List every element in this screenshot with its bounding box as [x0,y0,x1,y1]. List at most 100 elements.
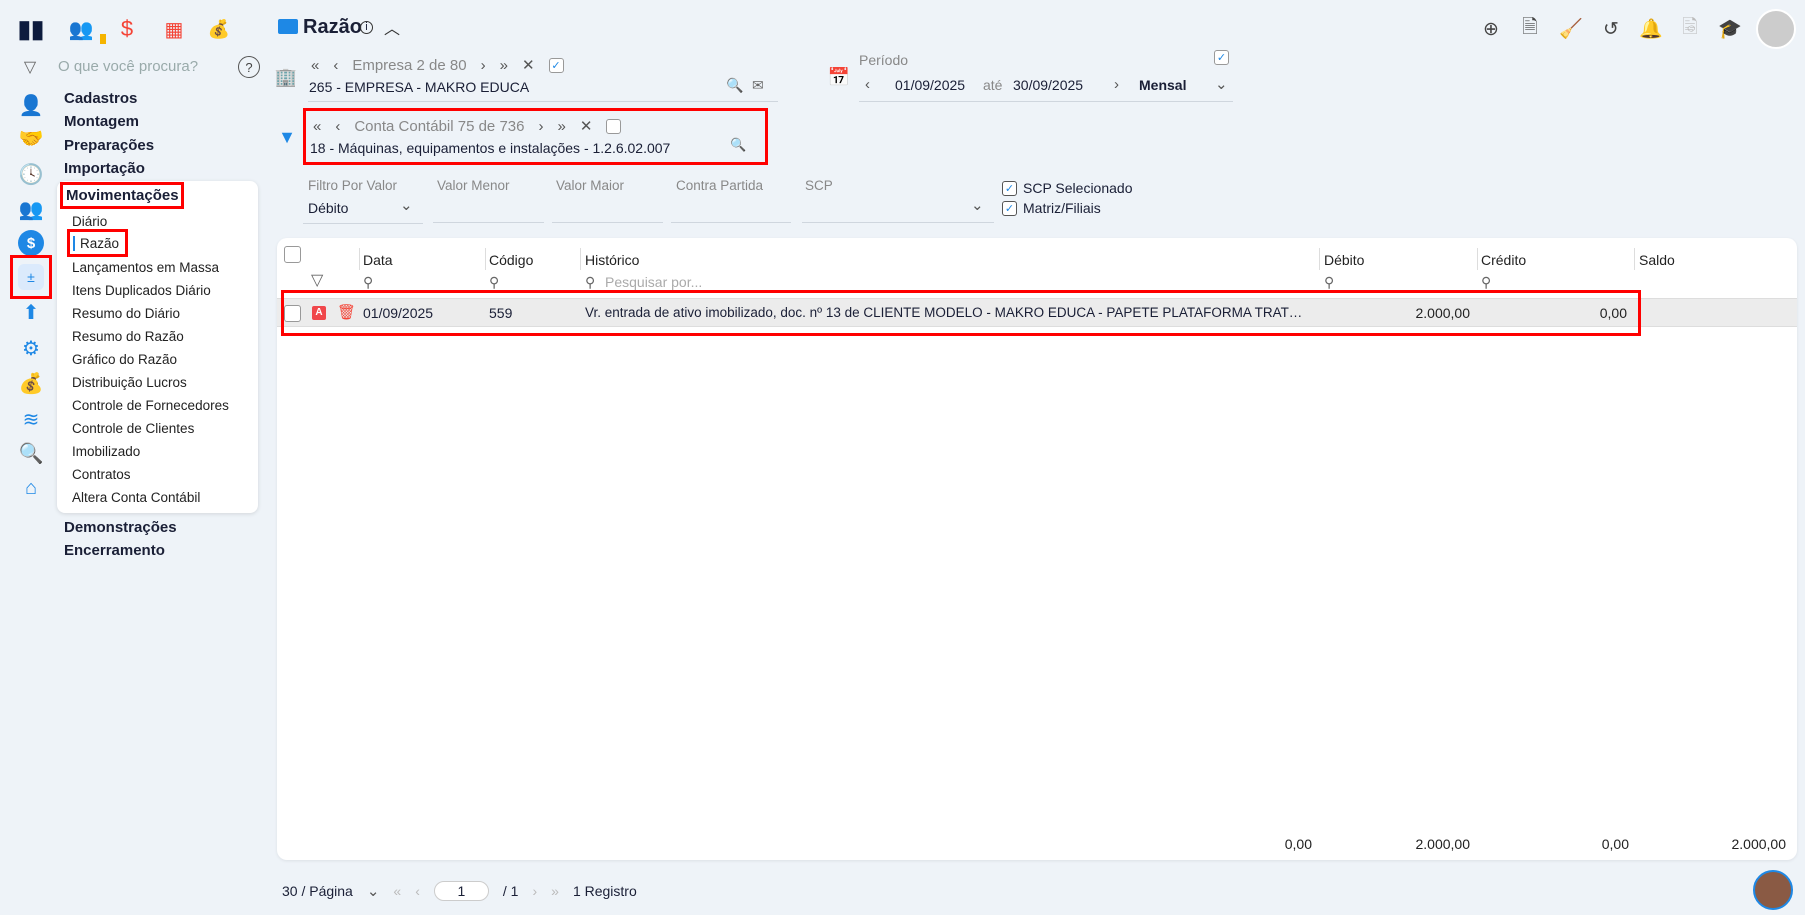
search-data-icon[interactable]: ⚲ [363,274,373,291]
select-all-checkbox[interactable] [284,246,301,263]
submenu-item[interactable]: Resumo do Diário [72,306,180,321]
next-page-button[interactable]: › [532,883,537,899]
search-icon[interactable]: 🔍 [18,440,44,466]
periodo-checkbox[interactable]: ✓ [1214,50,1229,65]
filtro-valor-select[interactable]: Débito [308,200,348,216]
submenu-item[interactable]: Imobilizado [72,444,140,459]
refresh-icon[interactable]: ↺ [1597,15,1625,43]
conta-value[interactable]: 18 - Máquinas, equipamentos e instalaçõe… [310,140,670,156]
column-header-codigo[interactable]: Código [489,252,533,268]
page-size-select[interactable]: 30 / Página [282,883,353,899]
broom-icon[interactable]: 🧹 [1557,15,1585,43]
dollar-sign-icon[interactable]: $ [114,16,140,42]
users-icon[interactable]: 👥 [68,16,94,42]
submenu-item-razao[interactable]: Razão [80,236,119,251]
chevron-down-icon[interactable]: ⌄ [1215,75,1228,93]
money-bag-outline-icon[interactable]: 💰 [206,16,232,42]
last-empresa-button[interactable]: » [500,57,508,74]
clear-conta-button[interactable]: ✕ [580,117,593,135]
search-debito-icon[interactable]: ⚲ [1324,274,1334,291]
next-empresa-button[interactable]: › [481,57,486,74]
next-period-button[interactable]: › [1114,76,1119,93]
periodo-mode-select[interactable]: Mensal [1139,77,1186,93]
last-page-button[interactable]: » [551,883,559,899]
report-search-icon[interactable]: 🗟 [1676,15,1704,43]
column-header-historico[interactable]: Histórico [585,252,639,268]
valor-menor-input[interactable] [433,203,544,223]
search-conta-icon[interactable]: 🔍 [730,137,746,153]
submenu-item[interactable]: Diário [72,214,107,229]
add-icon[interactable]: ⊕ [1477,15,1505,43]
help-icon[interactable]: ? [238,56,260,78]
empresa-value[interactable]: 265 - EMPRESA - MAKRO EDUCA [309,79,529,95]
submenu-item[interactable]: Lançamentos em Massa [72,260,219,275]
graduation-cap-icon[interactable]: 🎓 [1716,15,1744,43]
dollar-icon[interactable]: $ [18,230,44,256]
calculator-icon[interactable]: ± [18,264,44,290]
last-conta-button[interactable]: » [557,118,565,135]
submenu-item[interactable]: Controle de Clientes [72,421,194,436]
layers-icon[interactable]: ≋ [18,406,44,432]
clock-icon[interactable]: 🕓 [18,161,44,187]
submenu-item[interactable]: Controle de Fornecedores [72,398,229,413]
menu-importacao[interactable]: Importação [64,160,145,177]
search-historico-icon[interactable]: ⚲ [585,274,595,291]
submenu-item[interactable]: Resumo do Razão [72,329,184,344]
money-bag-icon[interactable]: 💰 [18,370,44,396]
submenu-item[interactable]: Altera Conta Contábil [72,490,200,505]
contra-partida-input[interactable] [671,203,791,223]
empresa-checkbox[interactable]: ✓ [548,57,564,73]
prev-page-button[interactable]: ‹ [415,883,420,899]
home-icon[interactable]: ⌂ [18,475,44,501]
bell-icon[interactable]: 🔔 [1637,15,1665,43]
submenu-item[interactable]: Distribuição Lucros [72,375,187,390]
scp-select[interactable] [802,203,994,223]
clear-empresa-button[interactable]: ✕ [522,56,535,74]
user-settings-icon[interactable]: 👤 [18,92,44,118]
scp-selecionado-checkbox[interactable]: ✓ [1002,180,1017,196]
menu-movimentacoes[interactable]: Movimentações [66,187,179,204]
calculator-red-icon[interactable]: ▦ [161,16,187,42]
column-header-credito[interactable]: Crédito [1481,252,1526,268]
valor-maior-input[interactable] [552,203,663,223]
upload-percent-icon[interactable]: ⬆ [18,299,44,325]
handshake-icon[interactable]: 🤝 [18,125,44,151]
chevron-down-icon[interactable]: ⌄ [400,196,413,214]
search-empresa-icon[interactable]: 🔍 [726,77,743,94]
submenu-item[interactable]: Contratos [72,467,131,482]
people-icon[interactable]: 👥 [18,196,44,222]
search-codigo-icon[interactable]: ⚲ [489,274,499,291]
user-avatar[interactable] [1756,9,1796,49]
mail-icon[interactable]: ✉ [752,77,764,94]
gear-icon[interactable]: ⚙ [18,335,44,361]
first-page-button[interactable]: « [393,883,401,899]
column-header-debito[interactable]: Débito [1324,252,1364,268]
column-header-saldo[interactable]: Saldo [1639,252,1675,268]
filter-icon[interactable]: ▽ [20,57,40,77]
matriz-filiais-checkbox[interactable]: ✓ [1002,200,1017,216]
search-credito-icon[interactable]: ⚲ [1481,274,1491,291]
search-input[interactable]: O que você procura? [58,58,198,75]
logo-icon[interactable]: ▮▮ [18,16,44,43]
info-icon[interactable]: i [360,21,373,34]
column-header-data[interactable]: Data [363,252,393,268]
page-input[interactable]: 1 [433,881,489,901]
periodo-start[interactable]: 01/09/2025 [895,77,965,93]
submenu-item[interactable]: Gráfico do Razão [72,352,177,367]
menu-preparacoes[interactable]: Preparações [64,137,154,154]
prev-conta-button[interactable]: ‹ [335,118,340,135]
submenu-item[interactable]: Itens Duplicados Diário [72,283,211,298]
periodo-end[interactable]: 30/09/2025 [1013,77,1083,93]
prev-empresa-button[interactable]: ‹ [333,57,338,74]
collapse-chevron-icon[interactable]: ︿ [384,15,400,39]
menu-cadastros[interactable]: Cadastros [64,90,137,107]
first-conta-button[interactable]: « [313,118,321,135]
document-icon[interactable]: 🗎 [1516,15,1544,43]
historico-search-input[interactable]: Pesquisar por... [605,274,702,290]
menu-encerramento[interactable]: Encerramento [64,542,165,559]
first-empresa-button[interactable]: « [311,57,319,74]
next-conta-button[interactable]: › [538,118,543,135]
conta-checkbox[interactable] [606,118,622,134]
chevron-down-icon[interactable]: ⌄ [367,882,380,900]
prev-period-button[interactable]: ‹ [865,76,870,93]
